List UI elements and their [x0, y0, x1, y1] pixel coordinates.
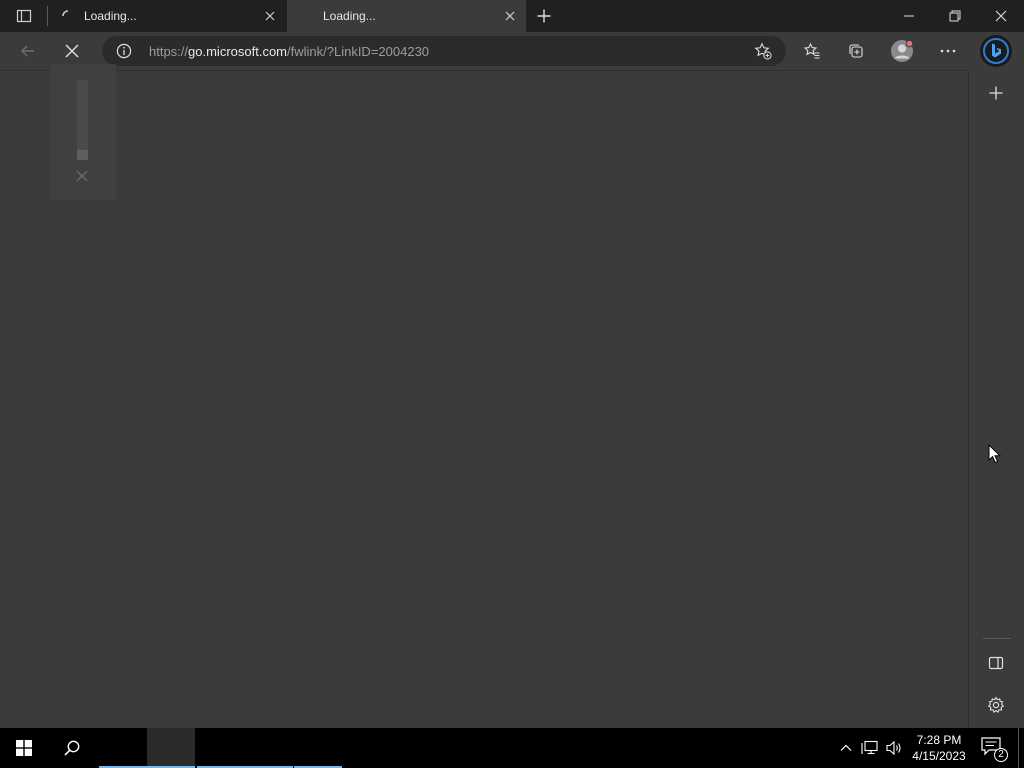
profile-button[interactable] [887, 37, 917, 65]
windows-logo-icon [16, 740, 32, 756]
loading-progress-bar [77, 80, 88, 160]
settings-button[interactable] [982, 691, 1010, 719]
url-path: /fwlink/?LinkID=2004230 [287, 44, 430, 59]
bing-icon [983, 38, 1009, 64]
volume-icon[interactable] [884, 738, 904, 758]
gear-icon [987, 696, 1005, 713]
more-icon [940, 49, 956, 53]
restore-button[interactable] [932, 0, 978, 32]
mouse-cursor-icon [988, 443, 1002, 464]
system-clock[interactable]: 7:28 PM 4/15/2023 [904, 732, 974, 764]
restore-icon [949, 10, 961, 22]
collections-icon [849, 44, 863, 58]
url-host: go.microsoft.com [188, 44, 288, 59]
loading-progress-fill [77, 150, 88, 160]
search-icon [64, 740, 80, 756]
start-button[interactable] [0, 728, 48, 768]
taskbar-app-1[interactable] [99, 728, 147, 768]
tab-strip: Loading... Loading... [0, 0, 1024, 32]
taskbar: 7:28 PM 4/15/2023 2 [0, 728, 1024, 768]
bing-button[interactable] [980, 35, 1012, 67]
tab-title: Loading... [84, 9, 137, 23]
notification-count-badge: 2 [994, 748, 1008, 762]
favorites-icon [803, 42, 820, 59]
tab-1[interactable]: Loading... [50, 0, 286, 32]
tab-close-icon[interactable] [262, 8, 278, 24]
sidebar-icon [988, 656, 1004, 670]
page-content [0, 70, 967, 728]
star-plus-icon[interactable] [754, 42, 772, 60]
show-hidden-icons-button[interactable] [836, 738, 856, 758]
stop-icon [65, 44, 79, 58]
profile-icon [891, 39, 914, 62]
favorites-button[interactable] [797, 37, 827, 65]
clock-date: 4/15/2023 [912, 749, 966, 763]
tab-2[interactable]: Loading... [287, 0, 526, 32]
close-window-button[interactable] [978, 0, 1024, 32]
back-button[interactable] [13, 37, 43, 65]
tab-actions-icon[interactable] [8, 4, 40, 28]
hide-sidebar-button[interactable] [982, 649, 1010, 677]
tab-close-icon[interactable] [502, 8, 518, 24]
sidebar-add-button[interactable] [982, 79, 1010, 107]
minimize-icon [904, 15, 914, 17]
sidebar-divider [983, 638, 1011, 639]
url-scheme: https:// [149, 44, 189, 59]
chevron-up-icon [840, 744, 852, 751]
tab-separator [47, 6, 48, 26]
address-bar[interactable]: https://go.microsoft.com/fwlink/?LinkID=… [102, 36, 786, 66]
edge-sidebar [968, 70, 1024, 728]
new-tab-button[interactable] [532, 4, 556, 28]
plus-icon [537, 9, 551, 23]
clock-time: 7:28 PM [916, 733, 962, 747]
minimize-button[interactable] [886, 0, 932, 32]
network-icon[interactable] [860, 738, 880, 758]
taskbar-app-2[interactable] [147, 728, 195, 768]
taskbar-app-5[interactable] [294, 728, 342, 768]
close-icon [995, 10, 1007, 22]
loading-spinner-icon [60, 8, 76, 24]
browser-toolbar: https://go.microsoft.com/fwlink/?LinkID=… [0, 32, 1024, 70]
loading-panel-close-icon[interactable] [74, 168, 90, 184]
collections-button[interactable] [841, 37, 871, 65]
show-desktop-button[interactable] [1018, 728, 1019, 768]
tab-title: Loading... [323, 9, 376, 23]
plus-icon [989, 86, 1003, 100]
info-icon[interactable] [116, 43, 132, 59]
taskbar-app-4[interactable] [245, 728, 293, 768]
back-arrow-icon [21, 45, 34, 57]
taskbar-app-3[interactable] [197, 728, 245, 768]
notification-center-button[interactable]: 2 [980, 736, 1008, 762]
stop-button[interactable] [57, 37, 87, 65]
more-button[interactable] [933, 37, 963, 65]
url-text[interactable]: https://go.microsoft.com/fwlink/?LinkID=… [149, 44, 429, 59]
search-button[interactable] [48, 728, 96, 768]
